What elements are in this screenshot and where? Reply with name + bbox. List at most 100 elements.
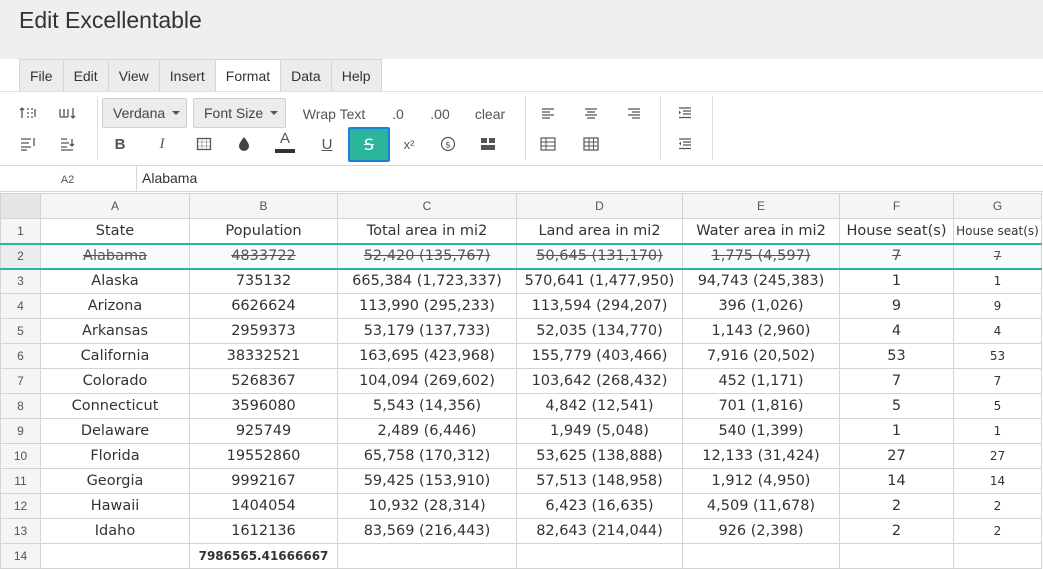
column-header[interactable]: E xyxy=(682,193,840,219)
cell[interactable]: 925749 xyxy=(189,418,338,444)
table-grid-icon[interactable] xyxy=(535,131,561,157)
cell[interactable]: 1612136 xyxy=(189,518,338,544)
align-center-icon[interactable] xyxy=(578,100,604,126)
cell[interactable]: Connecticut xyxy=(40,393,190,419)
superscript-button[interactable]: x² xyxy=(396,131,422,157)
cell[interactable]: Idaho xyxy=(40,518,190,544)
column-header[interactable]: C xyxy=(337,193,517,219)
outdent-icon[interactable] xyxy=(672,131,698,157)
cell[interactable]: 4 xyxy=(839,318,954,344)
cell[interactable]: 926 (2,398) xyxy=(682,518,840,544)
cell[interactable]: House seat(s) xyxy=(953,218,1042,244)
cell[interactable]: 4,842 (12,541) xyxy=(516,393,683,419)
cell[interactable]: 1 xyxy=(953,418,1042,444)
increase-decimal-button[interactable]: .00 xyxy=(424,101,456,127)
cell[interactable]: 9992167 xyxy=(189,468,338,494)
cell[interactable]: 103,642 (268,432) xyxy=(516,368,683,394)
cell[interactable]: 9 xyxy=(953,293,1042,319)
cell[interactable]: 5 xyxy=(953,393,1042,419)
cell[interactable]: 1,912 (4,950) xyxy=(682,468,840,494)
cell[interactable]: 53 xyxy=(953,343,1042,369)
font-size-dropdown[interactable]: Font Size xyxy=(193,98,286,128)
cell[interactable]: House seat(s) xyxy=(839,218,954,244)
cell[interactable]: 52,420 (135,767) xyxy=(337,242,517,270)
row-header[interactable]: 13 xyxy=(0,518,41,544)
cell[interactable]: 5268367 xyxy=(189,368,338,394)
row-header[interactable]: 6 xyxy=(0,343,41,369)
cell[interactable]: Delaware xyxy=(40,418,190,444)
cell[interactable]: 7 xyxy=(839,368,954,394)
cell[interactable] xyxy=(953,543,1042,569)
cell[interactable]: 14 xyxy=(953,468,1042,494)
cell[interactable]: Hawaii xyxy=(40,493,190,519)
menu-view[interactable]: View xyxy=(107,59,159,92)
cell[interactable]: 701 (1,816) xyxy=(682,393,840,419)
cell[interactable]: 38332521 xyxy=(189,343,338,369)
row-header[interactable]: 9 xyxy=(0,418,41,444)
menu-data[interactable]: Data xyxy=(280,59,331,92)
row-header[interactable]: 7 xyxy=(0,368,41,394)
clear-format-button[interactable]: clear xyxy=(470,101,510,127)
column-header[interactable]: B xyxy=(189,193,338,219)
cell[interactable]: 735132 xyxy=(189,268,338,294)
cell[interactable]: 27 xyxy=(839,443,954,469)
cell[interactable]: 2 xyxy=(839,518,954,544)
column-header[interactable]: F xyxy=(839,193,954,219)
row-header[interactable]: 10 xyxy=(0,443,41,469)
cell[interactable]: 113,990 (295,233) xyxy=(337,293,517,319)
cell[interactable]: 1,949 (5,048) xyxy=(516,418,683,444)
cell[interactable]: 4833722 xyxy=(189,242,338,270)
cell[interactable]: 7986565.41666667 xyxy=(189,543,338,569)
cell[interactable]: 396 (1,026) xyxy=(682,293,840,319)
align-left-icon[interactable] xyxy=(535,100,561,126)
cell[interactable]: Population xyxy=(189,218,338,244)
cell[interactable]: 1 xyxy=(839,418,954,444)
insert-column-icon[interactable] xyxy=(55,100,81,126)
cell[interactable]: 5 xyxy=(839,393,954,419)
strikethrough-button[interactable]: S xyxy=(348,127,390,162)
cell[interactable]: Florida xyxy=(40,443,190,469)
cell[interactable]: 6626624 xyxy=(189,293,338,319)
cell[interactable]: 10,932 (28,314) xyxy=(337,493,517,519)
cell[interactable]: 155,779 (403,466) xyxy=(516,343,683,369)
menu-help[interactable]: Help xyxy=(330,59,382,92)
cell-reference[interactable]: A2 xyxy=(3,170,132,190)
indent-icon[interactable] xyxy=(672,100,698,126)
cell[interactable]: 27 xyxy=(953,443,1042,469)
cell[interactable]: 6,423 (16,635) xyxy=(516,493,683,519)
cell[interactable]: Colorado xyxy=(40,368,190,394)
cell[interactable]: 665,384 (1,723,337) xyxy=(337,268,517,294)
cell[interactable]: 9 xyxy=(839,293,954,319)
cell[interactable]: 53,625 (138,888) xyxy=(516,443,683,469)
cell[interactable] xyxy=(516,543,683,569)
decrease-decimal-button[interactable]: .0 xyxy=(385,101,411,127)
cell[interactable]: 59,425 (153,910) xyxy=(337,468,517,494)
wrap-text-button[interactable]: Wrap Text xyxy=(296,101,372,127)
cell[interactable]: 4 xyxy=(953,318,1042,344)
bold-button[interactable]: B xyxy=(107,131,133,157)
border-icon[interactable] xyxy=(191,131,217,157)
cell[interactable]: 50,645 (131,170) xyxy=(516,242,683,270)
formula-input[interactable]: Alabama xyxy=(136,166,1043,192)
cell[interactable]: 57,513 (148,958) xyxy=(516,468,683,494)
italic-button[interactable]: I xyxy=(149,131,175,157)
cell[interactable]: 2 xyxy=(839,493,954,519)
cell[interactable]: 65,758 (170,312) xyxy=(337,443,517,469)
cell[interactable]: 52,035 (134,770) xyxy=(516,318,683,344)
select-all-corner[interactable] xyxy=(0,193,41,219)
cell[interactable]: 1,775 (4,597) xyxy=(682,242,840,270)
cell[interactable]: 53 xyxy=(839,343,954,369)
cell[interactable]: 7,916 (20,502) xyxy=(682,343,840,369)
cell[interactable]: 113,594 (294,207) xyxy=(516,293,683,319)
merge-cells-icon[interactable] xyxy=(475,131,501,157)
cell[interactable]: 3596080 xyxy=(189,393,338,419)
cell[interactable]: 83,569 (216,443) xyxy=(337,518,517,544)
font-color-button[interactable]: A xyxy=(272,129,298,155)
cell[interactable]: 2 xyxy=(953,493,1042,519)
cell[interactable] xyxy=(682,543,840,569)
cell[interactable] xyxy=(839,543,954,569)
cell[interactable]: 2959373 xyxy=(189,318,338,344)
row-header[interactable]: 2 xyxy=(0,242,41,270)
cell[interactable]: State xyxy=(40,218,190,244)
cell[interactable]: 7 xyxy=(953,242,1042,270)
